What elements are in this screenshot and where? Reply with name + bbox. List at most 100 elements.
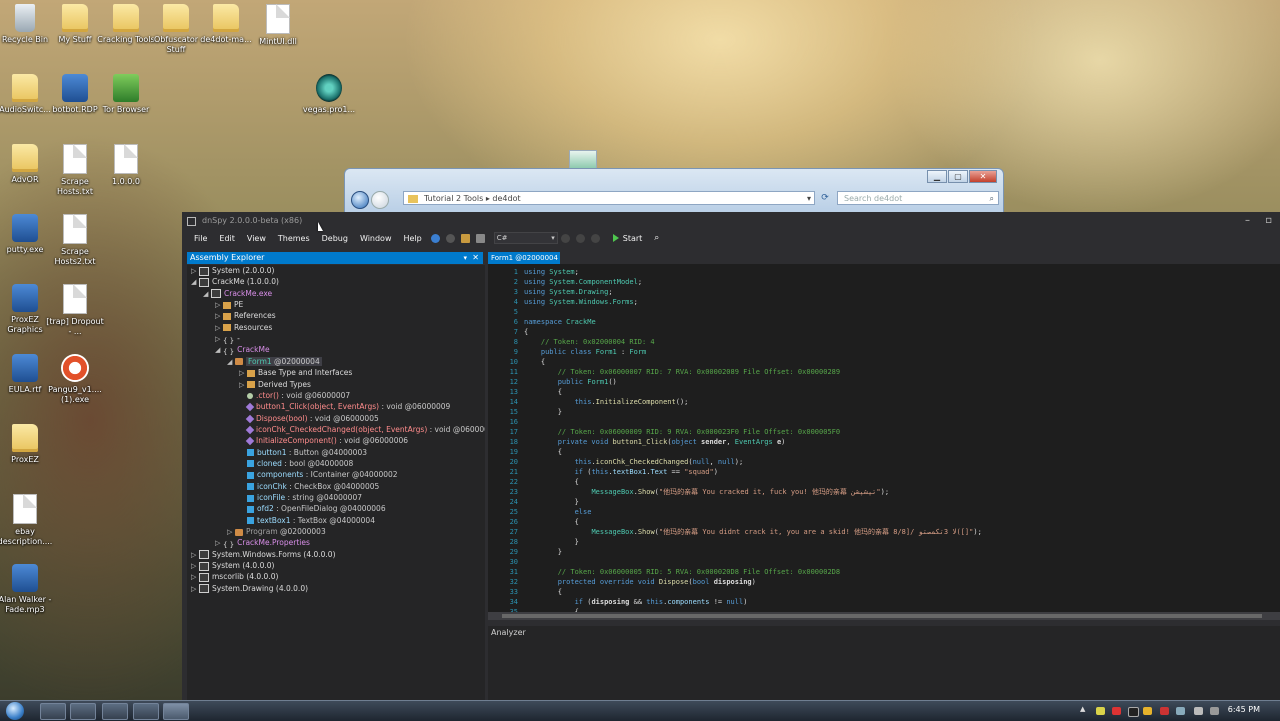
tree-node[interactable]: components : IContainer @04000002	[239, 469, 398, 480]
desktop-icon[interactable]: Pangu9_v1.... (1).exe	[44, 354, 106, 405]
taskbar-explorer[interactable]	[70, 703, 96, 720]
tree-node[interactable]: .ctor() : void @06000007	[239, 390, 350, 401]
chevron-down-icon[interactable]: ▾	[463, 252, 467, 264]
code-line[interactable]: 28 }	[488, 537, 579, 547]
network-icon[interactable]	[1176, 707, 1185, 715]
maximize-button[interactable]: ▫	[1265, 212, 1272, 230]
code-line[interactable]: 10 {	[488, 357, 546, 367]
tree-node[interactable]: ofd2 : OpenFileDialog @04000006	[239, 503, 386, 514]
expand-arrow-icon[interactable]: ▷	[191, 266, 199, 277]
tree-node[interactable]: ▷ mscorlib (4.0.0.0)	[191, 571, 278, 582]
code-line[interactable]: 11 // Token: 0x06000007 RID: 7 RVA: 0x00…	[488, 367, 841, 377]
code-line[interactable]: 18 private void button1_Click(object sen…	[488, 437, 786, 447]
tree-node[interactable]: ▷ System (4.0.0.0)	[191, 560, 274, 571]
navigate-forward-icon[interactable]	[445, 233, 455, 243]
navigate-back-icon[interactable]	[430, 233, 440, 243]
tree-node[interactable]: ▷ Derived Types	[239, 379, 311, 390]
tray-icon[interactable]	[1096, 707, 1105, 715]
breadcrumb-item[interactable]: de4dot	[492, 194, 520, 203]
code-line[interactable]: 12 public Form1()	[488, 377, 617, 387]
tray-icon[interactable]	[1210, 707, 1219, 715]
tree-node[interactable]: ▷ Resources	[215, 322, 272, 333]
collapse-arrow-icon[interactable]: ◢	[203, 289, 211, 300]
expand-arrow-icon[interactable]: ▷	[191, 572, 199, 583]
tree-node[interactable]: textBox1 : TextBox @04000004	[239, 515, 375, 526]
code-line[interactable]: 30	[488, 557, 524, 567]
expand-arrow-icon[interactable]: ▷	[191, 584, 199, 595]
code-line[interactable]: 7{	[488, 327, 528, 337]
menu-file[interactable]: File	[188, 234, 213, 243]
expand-arrow-icon[interactable]: ▷	[215, 311, 223, 322]
collapse-arrow-icon[interactable]: ◢	[191, 277, 199, 288]
redo-icon[interactable]	[575, 233, 585, 243]
start-button[interactable]	[6, 702, 24, 720]
desktop-icon[interactable]: Alan Walker - Fade.mp3	[0, 564, 56, 615]
menu-themes[interactable]: Themes	[272, 234, 316, 243]
menu-debug[interactable]: Debug	[316, 234, 354, 243]
code-line[interactable]: 31 // Token: 0x06000005 RID: 5 RVA: 0x00…	[488, 567, 841, 577]
expand-arrow-icon[interactable]: ▷	[191, 550, 199, 561]
scrollbar-thumb[interactable]	[502, 614, 1262, 618]
code-line[interactable]: 25 else	[488, 507, 592, 517]
tree-node[interactable]: iconChk_CheckedChanged(object, EventArgs…	[239, 424, 485, 435]
start-debug-button[interactable]: Start	[612, 234, 642, 243]
tree-node[interactable]: ▷{ } -	[215, 333, 240, 345]
code-line[interactable]: 34 if (disposing && this.components != n…	[488, 597, 748, 607]
desktop-icon[interactable]: ProxEZ	[0, 424, 56, 465]
language-select[interactable]: C# ▾	[493, 232, 558, 244]
code-line[interactable]: 27 MessageBox.Show("他玛的亲幕 You didnt crac…	[488, 527, 982, 537]
address-bar[interactable]: Tutorial 2 Tools ▸ de4dot ▾	[403, 191, 815, 205]
tree-node[interactable]: ▷ Base Type and Interfaces	[239, 367, 352, 378]
tray-icon[interactable]	[1128, 707, 1139, 717]
desktop-icon[interactable]: ebay description....	[0, 494, 56, 547]
tray-expand-icon[interactable]: ▲	[1080, 705, 1089, 713]
tree-node[interactable]: button1 : Button @04000003	[239, 447, 367, 458]
collapse-arrow-icon[interactable]: ◢	[227, 357, 235, 368]
tab-form1[interactable]: Form1 @02000004	[488, 252, 560, 264]
code-editor[interactable]: 1 using System; 2 using System.ComponentMod…	[488, 264, 1280, 612]
undo-icon[interactable]	[560, 233, 570, 243]
taskbar-cmd[interactable]	[133, 703, 159, 720]
clock[interactable]: 6:45 PM	[1228, 705, 1260, 714]
code-line[interactable]: 14 this.InitializeComponent();	[488, 397, 689, 407]
tree-node[interactable]: cloned : bool @04000008	[239, 458, 353, 469]
menu-help[interactable]: Help	[398, 234, 428, 243]
reload-icon[interactable]	[590, 233, 600, 243]
code-line[interactable]: 3 using System.Drawing;	[488, 287, 613, 297]
open-folder-icon[interactable]	[460, 233, 470, 243]
code-line[interactable]: 20 this.iconChk_CheckedChanged(null, nul…	[488, 457, 744, 467]
back-button[interactable]	[351, 191, 369, 209]
volume-icon[interactable]	[1194, 707, 1203, 715]
tree-node[interactable]: ▷ System (2.0.0.0)	[191, 265, 274, 276]
code-line[interactable]: 4 using System.Windows.Forms;	[488, 297, 638, 307]
minimize-button[interactable]: –	[1245, 212, 1250, 230]
expand-arrow-icon[interactable]: ▷	[227, 527, 235, 538]
code-line[interactable]: 22 {	[488, 477, 579, 487]
open-list-icon[interactable]	[475, 233, 485, 243]
code-line[interactable]: 29 }	[488, 547, 562, 557]
taskbar-dnspy[interactable]	[163, 703, 189, 720]
expand-arrow-icon[interactable]: ▷	[215, 334, 223, 345]
taskbar-chrome[interactable]	[40, 703, 66, 720]
code-line[interactable]: 21 if (this.textBox1.Text == "squad")	[488, 467, 718, 477]
code-line[interactable]: 32 protected override void Dispose(bool …	[488, 577, 756, 587]
chevron-down-icon[interactable]: ▾	[807, 192, 811, 206]
tree-node[interactable]: iconChk : CheckBox @04000005	[239, 481, 379, 492]
taskbar-app[interactable]	[102, 703, 128, 720]
maximize-button[interactable]: ▢	[948, 170, 968, 183]
close-icon[interactable]: ✕	[472, 252, 479, 264]
code-line[interactable]: 13 {	[488, 387, 562, 397]
code-line[interactable]: 5	[488, 307, 524, 317]
tray-icon[interactable]	[1143, 707, 1152, 715]
code-line[interactable]: 24 }	[488, 497, 579, 507]
expand-arrow-icon[interactable]: ▷	[239, 368, 247, 379]
tree-node[interactable]: ◢ CrackMe.exe	[203, 288, 272, 299]
code-line[interactable]: 15 }	[488, 407, 562, 417]
tree-node[interactable]: ◢{ } CrackMe	[215, 344, 270, 356]
code-line[interactable]: 1 using System;	[488, 267, 579, 277]
code-line[interactable]: 23 MessageBox.Show("他玛的亲幕 You cracked it…	[488, 487, 890, 497]
code-line[interactable]: 19 {	[488, 447, 562, 457]
minimize-button[interactable]: ▁	[927, 170, 947, 183]
tray-icon[interactable]	[1112, 707, 1121, 715]
collapse-arrow-icon[interactable]: ◢	[215, 345, 223, 356]
